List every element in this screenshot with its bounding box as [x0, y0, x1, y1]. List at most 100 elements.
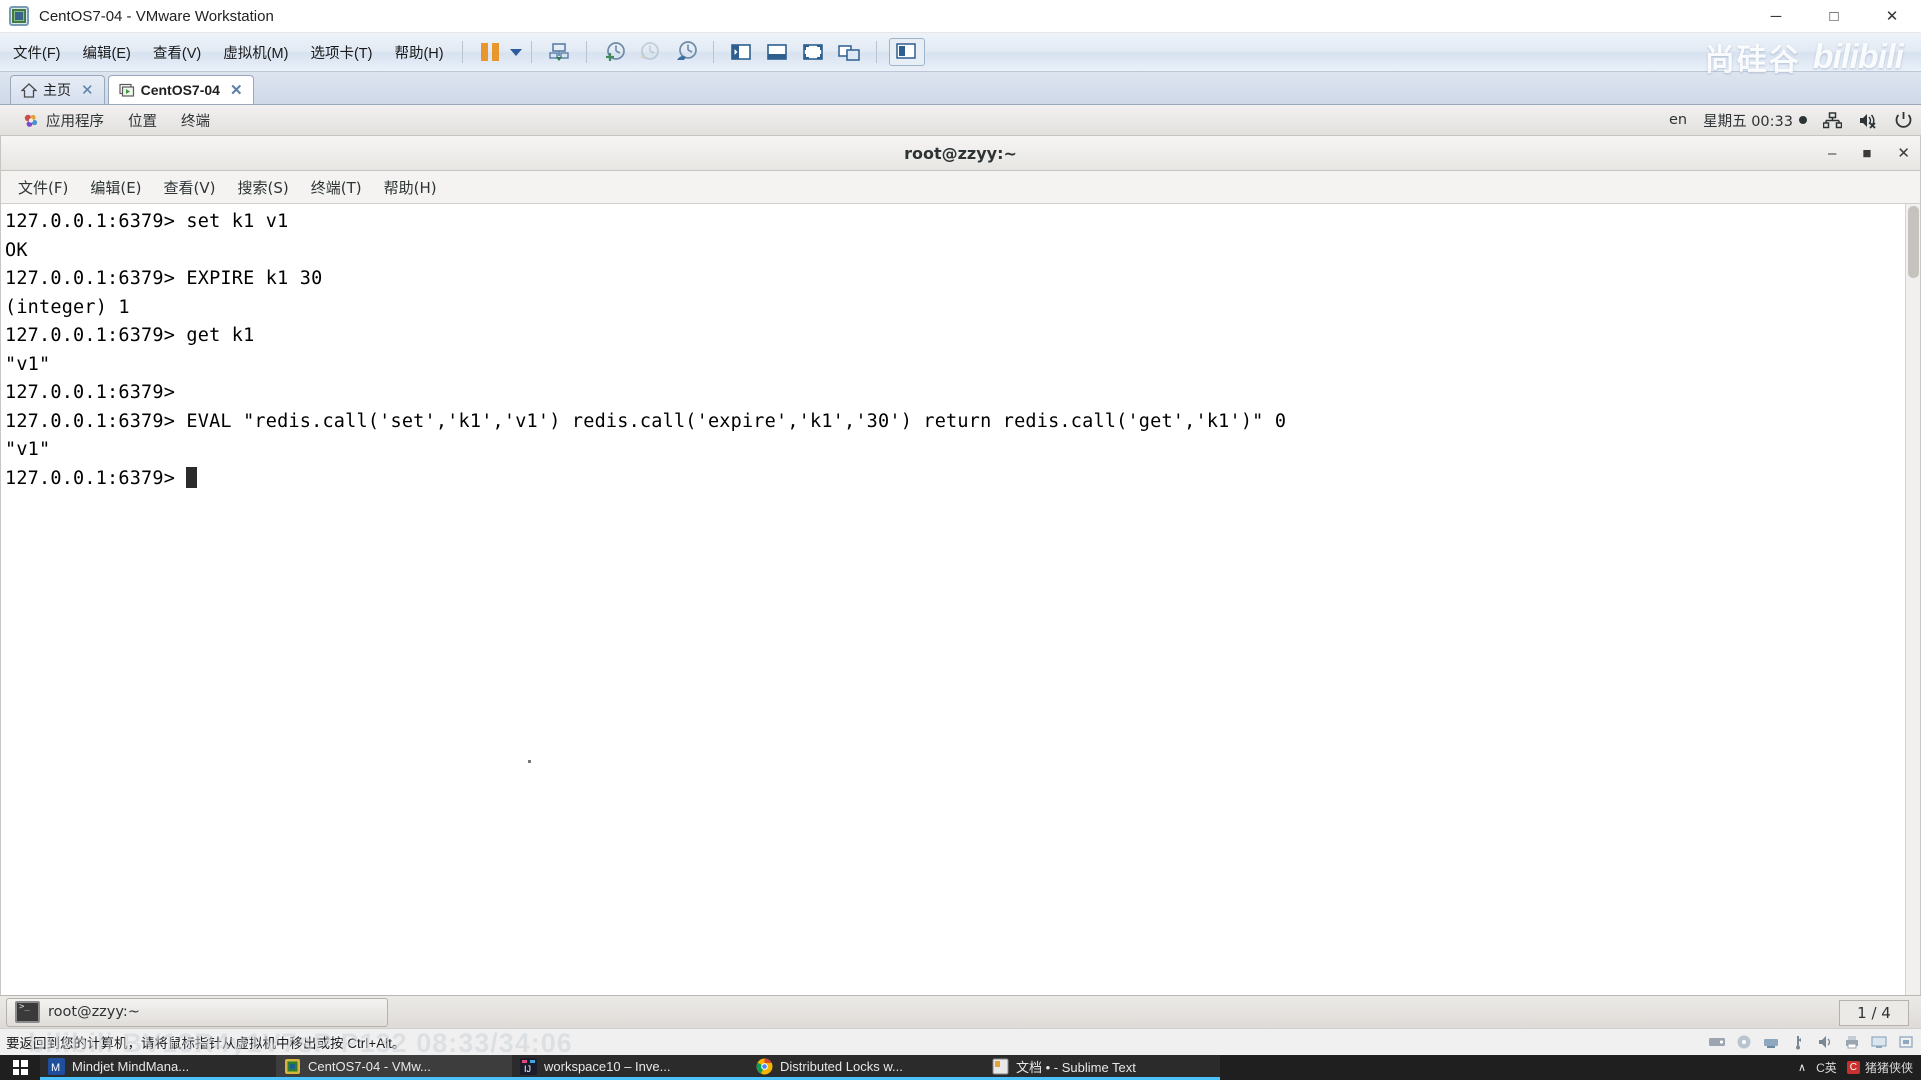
terminal-scrollbar[interactable] [1905, 204, 1920, 1028]
toolbar-divider [875, 41, 877, 63]
keyboard-layout-indicator[interactable]: en [1669, 112, 1687, 128]
home-icon [21, 82, 37, 98]
term-menu-search[interactable]: 搜索(S) [227, 174, 300, 201]
chevron-down-icon[interactable] [509, 48, 522, 56]
term-menu-terminal[interactable]: 终端(T) [300, 174, 373, 201]
show-console-view-icon[interactable] [762, 39, 792, 65]
terminal-prompt: 127.0.0.1:6379> [5, 467, 187, 489]
terminal-line: 127.0.0.1:6379> [5, 382, 176, 403]
intellij-idea-icon: IJ [520, 1057, 537, 1075]
scrollbar-thumb-top[interactable] [1908, 206, 1919, 278]
power-icon[interactable] [1894, 111, 1913, 129]
panel-applications[interactable]: 应用程序 [10, 107, 116, 134]
tab-centos7-04[interactable]: CentOS7-04 ✕ [107, 75, 254, 104]
sound-card-icon[interactable] [1816, 1034, 1834, 1050]
mindmanager-icon: M [48, 1057, 65, 1075]
display-icon[interactable] [1870, 1034, 1888, 1050]
removable-devices-icon[interactable] [1897, 1034, 1915, 1050]
terminal-window: root@zzyy:~ – ■ ✕ 文件(F) 编辑(E) 查看(V) 搜索(S… [0, 135, 1921, 1028]
screen-artifact [528, 760, 531, 763]
tab-centos-label: CentOS7-04 [140, 82, 220, 98]
statusbar-message: 要返回到您的计算机，请将鼠标指针从虚拟机中移出或按 Ctrl+Alt。 [6, 1036, 406, 1051]
printer-icon[interactable] [1843, 1034, 1861, 1050]
network-adapter-icon[interactable] [1762, 1034, 1780, 1050]
taskbar-item-label: CentOS7-04 - VMw... [308, 1058, 431, 1074]
terminal-window-controls: – ■ ✕ [1828, 136, 1910, 170]
menu-view[interactable]: 查看(V) [144, 38, 210, 67]
menu-file[interactable]: 文件(F) [4, 38, 70, 67]
system-tray: ∧ C英 C 猪猪侠侠 [1798, 1055, 1921, 1080]
screen-root: CentOS7-04 - VMware Workstation ─ □ ✕ 文件… [0, 0, 1921, 1080]
statusbar-device-icons [1708, 1029, 1915, 1055]
terminal-maximize-button[interactable]: ■ [1862, 146, 1871, 161]
vmware-titlebar: CentOS7-04 - VMware Workstation ─ □ ✕ [0, 0, 1921, 33]
window-controls: ─ □ ✕ [1747, 0, 1921, 32]
windows-start-button[interactable] [0, 1055, 40, 1080]
terminal-menubar: 文件(F) 编辑(E) 查看(V) 搜索(S) 终端(T) 帮助(H) [1, 171, 1920, 204]
panel-menus: 应用程序 位置 终端 [0, 107, 222, 134]
minimize-button[interactable]: ─ [1747, 0, 1805, 32]
close-icon: ✕ [1885, 8, 1899, 25]
vmware-icon [285, 1058, 300, 1074]
menu-help[interactable]: 帮助(H) [385, 38, 452, 67]
preferences-icon[interactable] [888, 38, 925, 66]
fullscreen-icon[interactable] [798, 39, 828, 65]
tab-home[interactable]: 主页 ✕ [10, 75, 105, 104]
vm-tab-icon [118, 83, 135, 98]
usb-icon[interactable] [1789, 1034, 1807, 1050]
close-icon[interactable]: ✕ [230, 81, 243, 99]
ime-label: C英 [1816, 1061, 1837, 1075]
terminal-line: 127.0.0.1:6379> set k1 v1 [5, 211, 289, 232]
taskbar-item-intellij[interactable]: IJ workspace10 – Inve... [512, 1055, 748, 1080]
svg-text:IJ: IJ [524, 1064, 531, 1074]
hard-disk-icon[interactable] [1708, 1034, 1726, 1050]
csdn-badge-icon: C [1846, 1061, 1860, 1074]
windows-taskbar: M Mindjet MindMana... CentOS7-04 - VMw..… [0, 1055, 1921, 1080]
take-snapshot-icon[interactable] [599, 39, 629, 65]
watermark-bilibili: bilibili [1812, 37, 1904, 76]
terminal-minimize-button[interactable]: – [1828, 146, 1836, 161]
taskbar-item-sublime[interactable]: 文档 • - Sublime Text [984, 1055, 1220, 1080]
term-menu-edit[interactable]: 编辑(E) [79, 174, 152, 201]
panel-terminal[interactable]: 终端 [169, 107, 222, 134]
chrome-icon [756, 1058, 773, 1074]
close-icon[interactable]: ✕ [81, 81, 94, 99]
taskbar-window-terminal[interactable]: root@zzyy:~ [6, 997, 388, 1027]
cd-dvd-icon[interactable] [1735, 1034, 1753, 1050]
terminal-line: 127.0.0.1:6379> get k1 [5, 325, 255, 346]
panel-places[interactable]: 位置 [116, 107, 169, 134]
taskbar-item-mindmanager[interactable]: M Mindjet MindMana... [40, 1055, 276, 1080]
snapshot-manager-icon[interactable] [671, 39, 701, 65]
notification-dot-icon [1799, 116, 1807, 124]
pause-icon[interactable] [475, 39, 505, 65]
menu-tabs[interactable]: 选项卡(T) [301, 38, 381, 67]
show-library-icon[interactable] [726, 39, 756, 65]
taskbar-item-chrome[interactable]: Distributed Locks w... [748, 1055, 984, 1080]
terminal-title: root@zzyy:~ [904, 143, 1017, 163]
terminal-output[interactable]: 127.0.0.1:6379> set k1 v1 OK 127.0.0.1:6… [1, 204, 1920, 1028]
workspace-switcher[interactable]: 1 / 4 [1839, 1000, 1909, 1026]
ime-indicator[interactable]: C英 [1816, 1059, 1837, 1076]
unity-mode-icon[interactable] [834, 39, 864, 65]
term-menu-view[interactable]: 查看(V) [153, 174, 227, 201]
taskbar-item-vmware[interactable]: CentOS7-04 - VMw... [276, 1055, 512, 1080]
maximize-button[interactable]: □ [1805, 0, 1863, 32]
terminal-close-button[interactable]: ✕ [1897, 146, 1910, 161]
menu-edit[interactable]: 编辑(E) [74, 38, 140, 67]
panel-clock[interactable]: 星期五 00:33 [1703, 110, 1807, 131]
send-keys-icon[interactable] [544, 39, 574, 65]
csdn-username: 猪猪侠侠 [1864, 1061, 1913, 1075]
terminal-prompt-line: 127.0.0.1:6379> [5, 465, 1920, 494]
maximize-icon: □ [1829, 7, 1839, 25]
volume-muted-icon[interactable] [1858, 112, 1878, 129]
show-hidden-icons-button[interactable]: ∧ [1798, 1061, 1806, 1074]
vmware-statusbar: 要返回到您的计算机，请将鼠标指针从虚拟机中移出或按 Ctrl+Alt。 [0, 1028, 1921, 1055]
term-menu-help[interactable]: 帮助(H) [373, 174, 448, 201]
panel-tray: en 星期五 00:33 [1669, 105, 1913, 135]
term-menu-file[interactable]: 文件(F) [7, 174, 79, 201]
network-icon[interactable] [1823, 111, 1842, 129]
toolbar-divider [530, 41, 532, 63]
windows-start-icon [12, 1060, 28, 1075]
menu-vm[interactable]: 虚拟机(M) [214, 38, 297, 67]
close-button[interactable]: ✕ [1863, 0, 1921, 32]
